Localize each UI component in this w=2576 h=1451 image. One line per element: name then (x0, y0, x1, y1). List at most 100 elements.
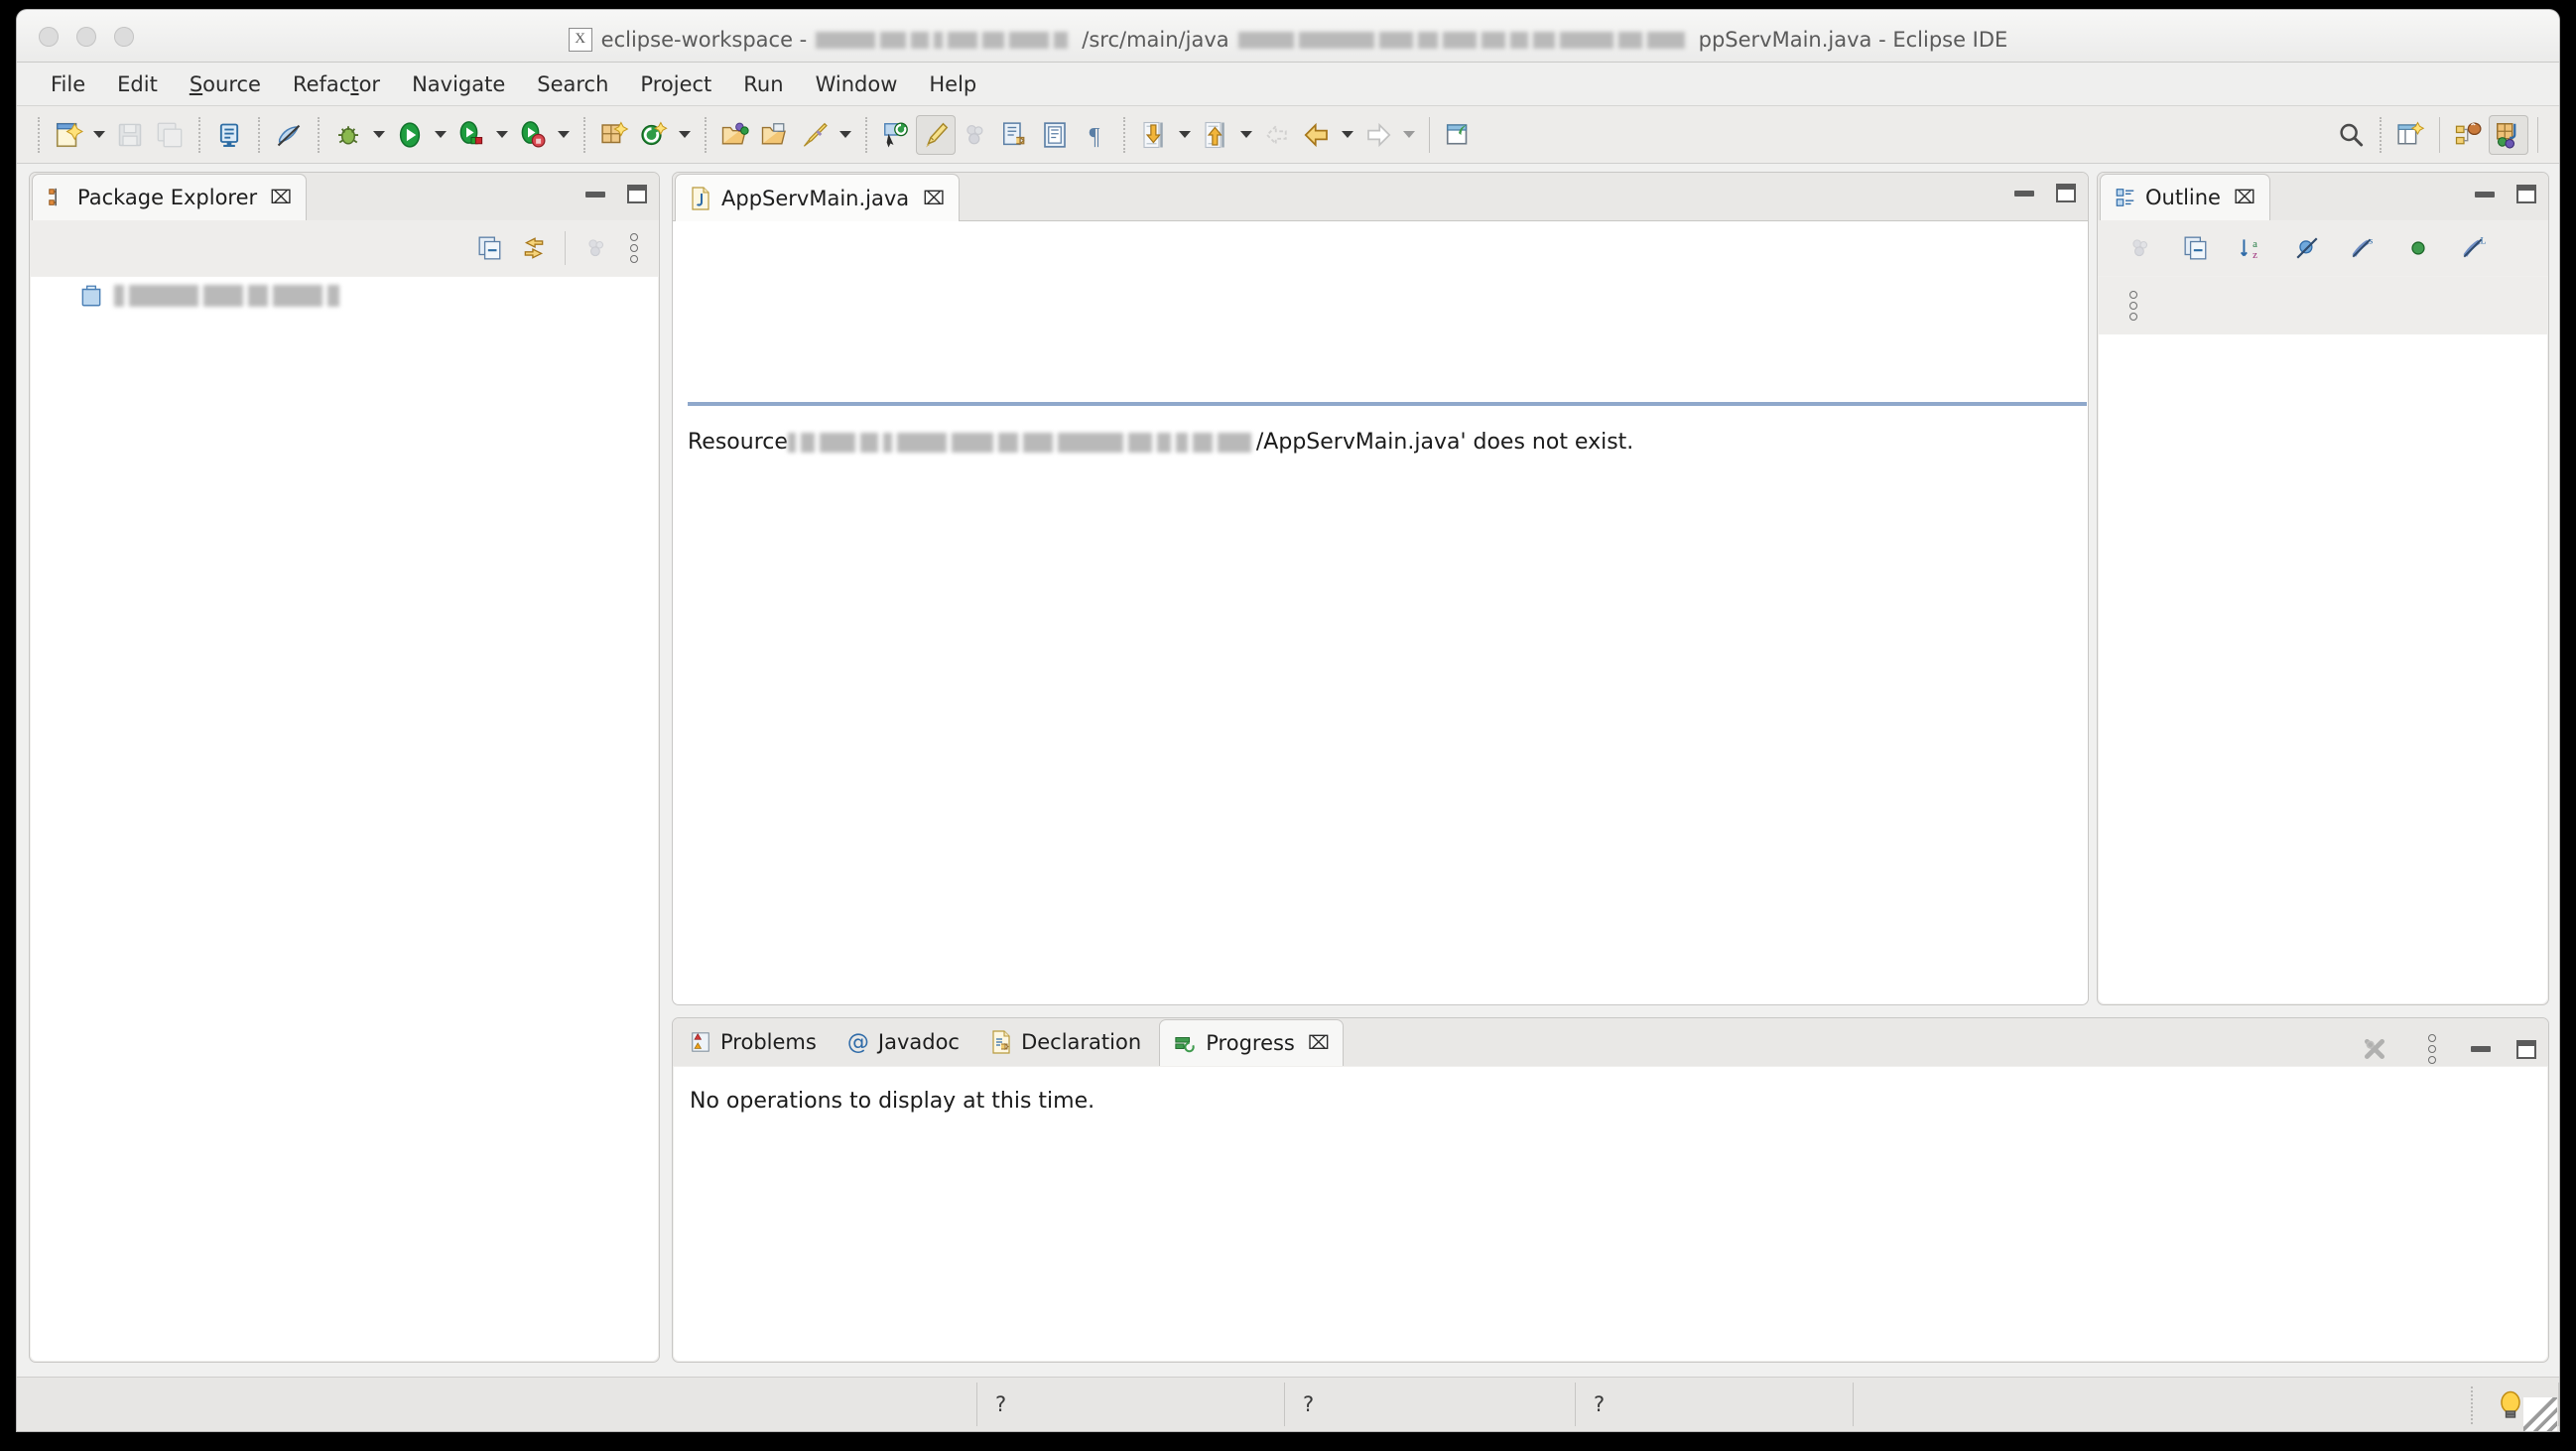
back-dropdown[interactable] (1337, 115, 1358, 155)
show-whitespace-icon[interactable] (1035, 115, 1075, 155)
editor-content[interactable]: Resource /AppServMain.java' does not exi… (674, 221, 2087, 1003)
open-element-icon[interactable] (995, 115, 1035, 155)
tab-outline[interactable]: Outline ⌧ (2100, 174, 2270, 220)
menu-refactor[interactable]: Refactor (277, 69, 396, 99)
tab-problems[interactable]: Problems (677, 1018, 830, 1066)
java-perspective-icon[interactable] (2489, 114, 2528, 155)
search-ref-dropdown[interactable] (835, 115, 856, 155)
redacted-path-part-2 (1237, 31, 1690, 49)
coverage-dropdown[interactable] (491, 115, 513, 155)
run-dropdown[interactable] (430, 115, 451, 155)
collapse-all-icon[interactable] (471, 229, 509, 267)
hide-non-public-icon[interactable] (2399, 229, 2437, 267)
editor-part-controls[interactable] (2014, 184, 2076, 202)
print-screen-icon[interactable] (209, 115, 249, 155)
outline-toolbar[interactable]: a z s L (2098, 220, 2548, 276)
status-cell-2[interactable]: ? (1284, 1383, 1575, 1426)
debug-dropdown[interactable] (368, 115, 390, 155)
external-tools-icon[interactable] (513, 115, 553, 155)
tab-javadoc[interactable]: @ Javadoc (835, 1018, 972, 1066)
new-window-icon[interactable] (1439, 115, 1479, 155)
editor-area: AppServMain.java ⌧ Resource /AppServMain… (672, 172, 2089, 1005)
sort-alphabetically-icon[interactable]: a z (2233, 229, 2270, 267)
search-icon[interactable] (2331, 115, 2371, 155)
menu-source[interactable]: Source (174, 69, 277, 99)
minimize-icon[interactable] (2471, 1046, 2491, 1052)
menu-project[interactable]: Project (624, 69, 727, 99)
status-cell-1[interactable]: ? (976, 1383, 1284, 1426)
coverage-icon[interactable] (451, 115, 491, 155)
tab-appservmain-java[interactable]: AppServMain.java ⌧ (675, 174, 961, 221)
new-java-class-dropdown[interactable] (674, 115, 696, 155)
menubar[interactable]: File Edit Source Refactor Navigate Searc… (17, 63, 2559, 106)
link-with-editor-icon[interactable] (515, 229, 553, 267)
maximize-icon[interactable] (2516, 1039, 2536, 1059)
open-task-icon[interactable] (755, 115, 795, 155)
stop-all-disabled-icon (2356, 1030, 2393, 1068)
hide-fields-icon[interactable] (2288, 229, 2326, 267)
hide-local-types-icon[interactable]: L (2455, 229, 2493, 267)
tab-package-explorer[interactable]: Package Explorer ⌧ (32, 174, 308, 220)
close-icon[interactable]: ⌧ (270, 187, 292, 208)
status-cell-3[interactable]: ? (1575, 1383, 1853, 1426)
toolbar-separator (705, 116, 707, 153)
main-toolbar[interactable]: ¶ (17, 106, 2559, 164)
minimize-icon[interactable] (2475, 191, 2495, 198)
previous-annotation-dropdown[interactable] (1235, 115, 1257, 155)
run-icon[interactable] (390, 115, 430, 155)
new-wizard-dropdown[interactable] (88, 115, 110, 155)
search-ref-icon[interactable] (795, 115, 835, 155)
open-perspective-icon[interactable] (2390, 115, 2430, 155)
progress-content[interactable]: No operations to display at this time. (674, 1067, 2547, 1361)
package-explorer-tree[interactable] (31, 277, 658, 1361)
maximize-icon[interactable] (2516, 185, 2536, 203)
debug-icon[interactable] (328, 115, 368, 155)
open-type-icon[interactable] (715, 115, 755, 155)
package-explorer-toolbar[interactable] (30, 220, 659, 276)
menu-navigate[interactable]: Navigate (396, 69, 521, 99)
skip-breakpoints-icon[interactable] (876, 115, 916, 155)
bottom-part-controls[interactable] (2356, 1030, 2536, 1068)
close-icon[interactable]: ⌧ (1308, 1032, 1330, 1054)
maximize-icon[interactable] (627, 185, 647, 203)
menu-run[interactable]: Run (727, 69, 799, 99)
new-java-class-icon[interactable] (634, 115, 674, 155)
new-java-package-icon[interactable] (594, 115, 634, 155)
view-menu-icon[interactable] (621, 229, 647, 267)
menu-search[interactable]: Search (521, 69, 624, 99)
outline-view: Outline ⌧ a z s L (2097, 172, 2549, 1005)
menu-window[interactable]: Window (800, 69, 914, 99)
outline-content[interactable] (2099, 334, 2547, 1003)
view-menu-icon[interactable] (2121, 277, 2146, 334)
java-ee-perspective-icon[interactable] (2449, 115, 2489, 155)
toggle-breadcrumb-icon[interactable] (916, 114, 956, 155)
next-annotation-icon[interactable] (1134, 115, 1174, 155)
next-annotation-dropdown[interactable] (1174, 115, 1196, 155)
outline-part-controls[interactable] (2475, 185, 2536, 203)
forward-dropdown[interactable] (1398, 115, 1420, 155)
maximize-icon[interactable] (2056, 184, 2076, 202)
back-icon[interactable] (1297, 115, 1337, 155)
collapse-all-icon[interactable] (2177, 229, 2215, 267)
previous-annotation-icon[interactable] (1196, 115, 1235, 155)
minimize-icon[interactable] (585, 191, 605, 198)
resize-grip[interactable] (2523, 1397, 2557, 1431)
view-menu-icon[interactable] (2419, 1030, 2445, 1068)
pilcrow-icon[interactable]: ¶ (1075, 115, 1114, 155)
tab-progress[interactable]: Progress ⌧ (1159, 1019, 1344, 1066)
close-icon[interactable]: ⌧ (923, 188, 945, 209)
external-tools-dropdown[interactable] (553, 115, 575, 155)
list-item[interactable] (31, 277, 658, 315)
hide-static-icon[interactable]: s (2344, 229, 2382, 267)
minimize-icon[interactable] (2014, 190, 2034, 197)
outline-menu-row[interactable] (2099, 277, 2547, 334)
menu-file[interactable]: File (35, 69, 101, 99)
close-icon[interactable]: ⌧ (2234, 187, 2255, 208)
menu-edit[interactable]: Edit (101, 69, 174, 99)
new-wizard-icon[interactable] (49, 115, 88, 155)
tab-declaration[interactable]: Declaration (977, 1018, 1154, 1066)
toggle-mark-occurrences-icon[interactable] (269, 115, 309, 155)
project-folder-icon (78, 283, 104, 309)
menu-help[interactable]: Help (913, 69, 992, 99)
package-explorer-part-controls[interactable] (585, 185, 647, 203)
